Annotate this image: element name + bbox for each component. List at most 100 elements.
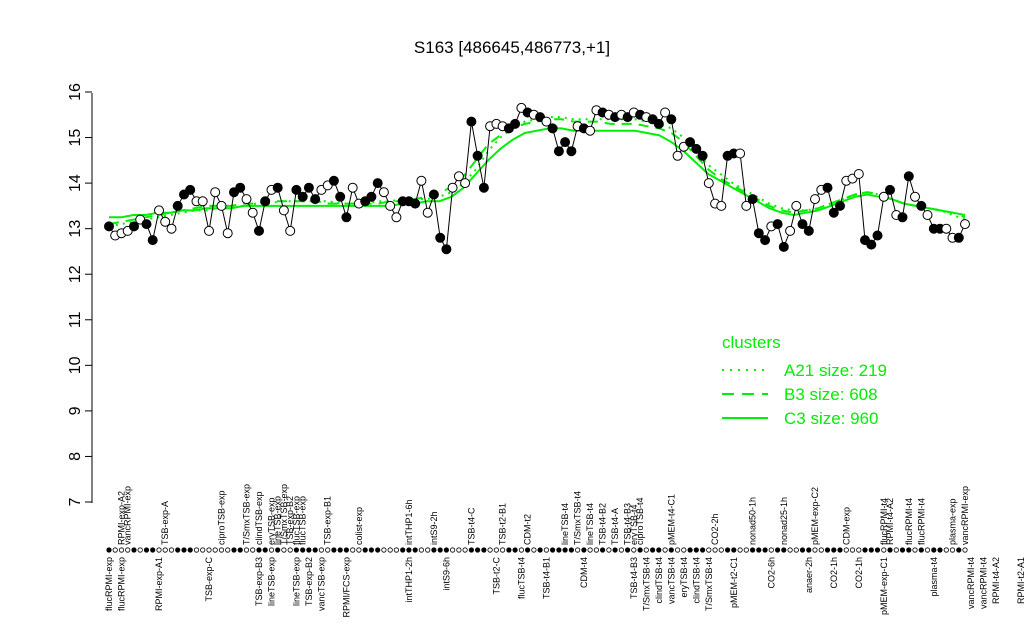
x-label-top: TSB-exp-B1 xyxy=(323,496,333,545)
x-label-top: ciproTSB-exp xyxy=(217,490,227,545)
data-point xyxy=(303,182,314,193)
data-point xyxy=(347,182,358,193)
rug-mark xyxy=(281,547,287,553)
x-label-top: ciproTSB-t4 xyxy=(635,497,645,545)
x-label-bottom: TSB-exp-C xyxy=(204,557,214,602)
rug-mark xyxy=(656,547,662,553)
data-point xyxy=(941,223,952,234)
x-label-bottom: vancTSB-t4 xyxy=(666,557,676,604)
x-label-bottom: pMEM-t2-C1 xyxy=(729,557,739,608)
data-point xyxy=(341,212,352,223)
rug-mark xyxy=(687,547,693,553)
data-point xyxy=(472,150,483,161)
x-label-top: vancRPMI-exp xyxy=(960,486,970,545)
x-label-top: CDM-exp xyxy=(841,507,851,545)
rug-mark xyxy=(631,547,637,553)
rug-mark xyxy=(768,547,774,553)
x-label-top: pMEM-exp-C2 xyxy=(810,487,820,545)
rug-mark xyxy=(131,547,137,553)
x-label-bottom: flucRPMI-exp xyxy=(117,557,127,611)
rug-mark xyxy=(749,547,756,553)
x-label-bottom: flucTSB-t4 xyxy=(516,557,526,599)
data-point xyxy=(822,182,833,193)
rug-mark xyxy=(799,547,806,553)
x-label-bottom: CDM-t4 xyxy=(579,557,589,588)
data-point xyxy=(760,235,771,246)
data-point xyxy=(378,187,389,198)
data-points xyxy=(104,102,970,255)
rug-mark xyxy=(706,547,712,553)
expression-profile-line xyxy=(108,107,966,251)
x-label-top: nonad25-1h xyxy=(779,497,789,545)
rug-mark xyxy=(175,547,181,553)
rug-mark xyxy=(393,547,399,553)
x-label-bottom: clindTSB-t4 xyxy=(654,557,664,604)
rug-mark xyxy=(806,547,812,553)
data-point xyxy=(872,230,883,241)
x-label-bottom: pMEM-exp-C1 xyxy=(879,557,889,615)
rug-mark xyxy=(724,547,731,553)
data-point xyxy=(910,191,920,202)
data-point xyxy=(141,219,152,230)
rug-mark xyxy=(106,547,112,553)
rug-mark xyxy=(387,547,393,553)
rug-mark xyxy=(218,547,225,553)
x-label-top: lineTSB-t4 xyxy=(560,503,570,545)
rug-mark xyxy=(887,547,893,553)
rug-mark xyxy=(118,547,125,553)
rug-mark xyxy=(412,547,418,553)
rug-mark xyxy=(568,547,575,553)
x-label-bottom: RPMI-t4-A2 xyxy=(991,557,1001,604)
rug-mark xyxy=(793,547,799,553)
data-point xyxy=(803,225,814,236)
data-point xyxy=(441,244,452,255)
rug-mark xyxy=(449,547,456,553)
x-label-bottom: lineTSB-exp xyxy=(291,557,301,606)
rug-mark xyxy=(818,547,824,553)
rug-mark xyxy=(499,547,506,553)
rug-mark xyxy=(824,547,831,553)
rug-mark xyxy=(837,547,843,553)
data-point xyxy=(410,198,421,209)
rug-mark xyxy=(212,547,218,553)
rug-mark xyxy=(649,547,656,553)
x-label-top: T/SmxTSB-exp xyxy=(242,484,252,545)
data-point xyxy=(697,150,708,161)
x-label-top: clindTSB-exp xyxy=(254,491,264,545)
data-point xyxy=(835,200,845,211)
data-point xyxy=(185,184,196,195)
rug-mark xyxy=(318,547,324,553)
data-point xyxy=(222,228,233,239)
rug-mark xyxy=(437,547,443,553)
data-point xyxy=(735,148,746,159)
y-axis-ticks: 7 8 9 10 11 12 13 14 15 16 xyxy=(67,83,92,506)
rug-mark xyxy=(200,547,206,553)
x-label-top: nonad50-1h xyxy=(748,497,758,545)
x-label-bottom: eryTSB-t4 xyxy=(679,557,689,598)
data-point xyxy=(166,223,177,234)
data-point xyxy=(547,123,558,134)
data-point xyxy=(447,182,458,193)
rug-mark xyxy=(518,547,525,553)
data-point xyxy=(810,194,820,205)
data-point xyxy=(703,178,714,189)
x-label-bottom: T/SmxTSB-t4 xyxy=(704,557,714,611)
rug-mark xyxy=(250,547,256,553)
rug-mark xyxy=(125,547,131,553)
rug-mark xyxy=(456,547,462,553)
data-point xyxy=(747,194,758,205)
x-label-top: CDM-t2 xyxy=(523,514,533,545)
data-point xyxy=(416,175,427,186)
legend-title: clusters xyxy=(722,333,781,352)
legend-label-b3: B3 size: 608 xyxy=(784,385,878,404)
x-label-top: lineTSB-t4 xyxy=(585,503,595,545)
x-label-bottom: lineTSB-exp xyxy=(267,557,277,606)
x-label-bottom: TSB-t4-B3 xyxy=(629,557,639,599)
x-label-bottom: TSB-t2-C xyxy=(491,557,501,595)
rug-mark xyxy=(493,547,499,553)
rug-mark xyxy=(225,547,231,553)
rug-mark xyxy=(781,547,787,553)
data-point xyxy=(897,212,908,223)
x-label-top: T/SmxTSB-t4 xyxy=(573,491,583,545)
rug-mark xyxy=(262,547,268,553)
